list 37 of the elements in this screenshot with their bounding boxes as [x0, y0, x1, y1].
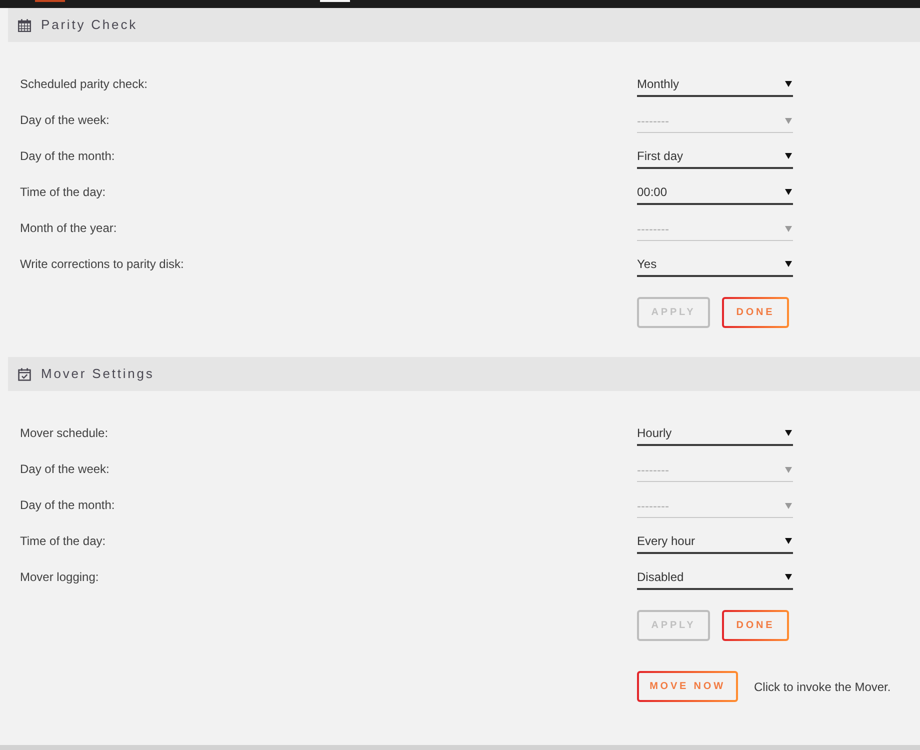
dropdown-field[interactable]: Disabled — [637, 566, 793, 590]
field-label: Mover schedule: — [20, 425, 108, 442]
field-label: Time of the day: — [20, 533, 106, 550]
calendar-check-icon — [18, 368, 31, 380]
done-button[interactable]: DONE — [722, 297, 789, 328]
dropdown-field[interactable]: Every hour — [637, 530, 793, 554]
field-label: Day of the month: — [20, 497, 115, 514]
dropdown-field[interactable]: First day — [637, 145, 793, 169]
caret-icon — [785, 226, 792, 232]
caret-icon — [785, 153, 792, 159]
field-label: Mover logging: — [20, 569, 99, 586]
field-label: Time of the day: — [20, 184, 106, 201]
caret-icon — [785, 574, 792, 580]
caret-icon — [785, 189, 792, 195]
section-title: Parity Check — [41, 17, 138, 33]
field-label: Day of the week: — [20, 461, 110, 478]
done-button[interactable]: DONE — [722, 610, 789, 641]
caret-icon — [785, 261, 792, 267]
dropdown-field[interactable]: Yes — [637, 253, 793, 277]
calendar-icon — [18, 18, 31, 32]
section-title: Mover Settings — [41, 366, 154, 382]
field-label: Scheduled parity check: — [20, 76, 148, 93]
dropdown-field[interactable]: Monthly — [637, 73, 793, 97]
caret-icon — [785, 538, 792, 544]
dropdown-field[interactable]: Hourly — [637, 422, 793, 446]
caret-icon — [785, 502, 792, 508]
hint-text: Click to invoke the Mover. — [754, 678, 891, 696]
caret-icon — [785, 466, 792, 472]
caret-icon — [785, 81, 792, 87]
caret-icon — [785, 430, 792, 436]
move-now-button[interactable]: MOVE NOW — [637, 671, 738, 702]
caret-icon — [785, 118, 792, 124]
field-label: Day of the week: — [20, 112, 110, 129]
field-label: Write corrections to parity disk: — [20, 256, 184, 273]
field-label: Month of the year: — [20, 220, 117, 237]
dropdown-field[interactable]: 00:00 — [637, 181, 793, 205]
field-label: Day of the month: — [20, 148, 115, 165]
